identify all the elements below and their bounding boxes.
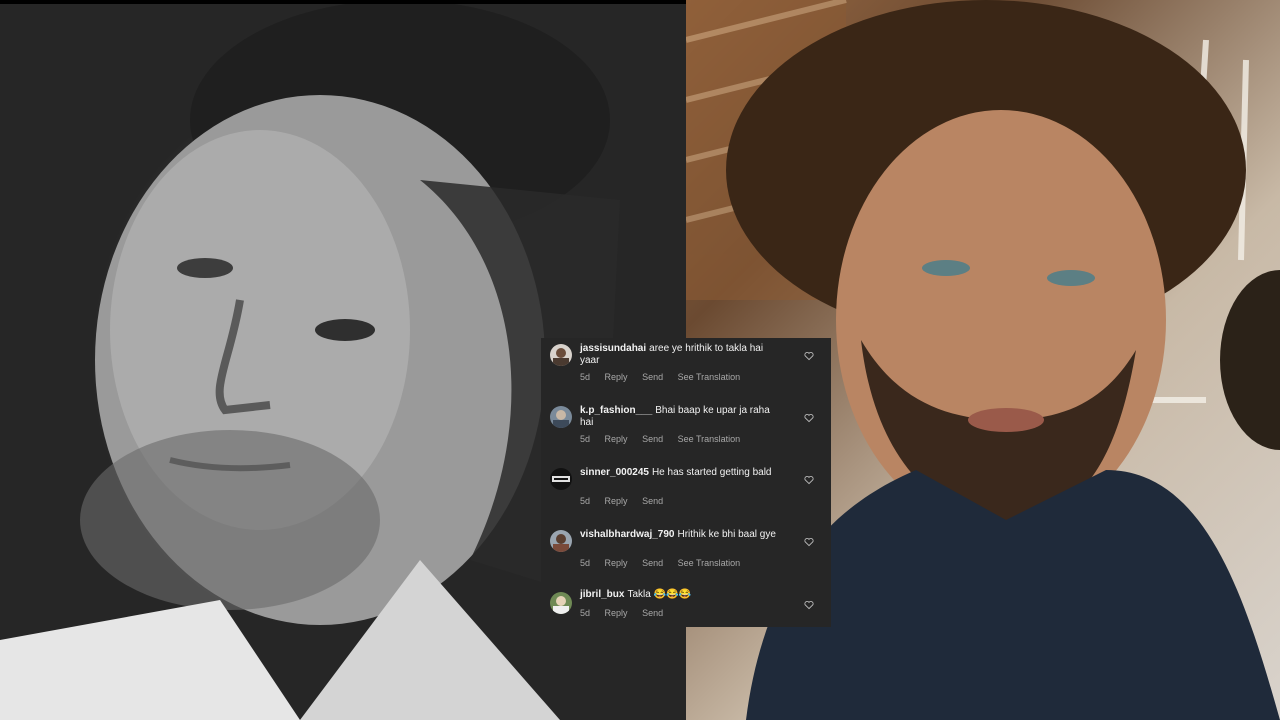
- comments-panel: jassisundahai aree ye hrithik to takla ha…: [541, 338, 831, 627]
- avatar[interactable]: [550, 406, 572, 428]
- comment-text: vishalbhardwaj_790 Hrithik ke bhi baal gy…: [580, 529, 785, 541]
- heart-outline-icon[interactable]: [804, 537, 814, 547]
- send-button[interactable]: Send: [642, 608, 663, 618]
- comment-username[interactable]: k.p_fashion___: [580, 405, 652, 416]
- send-button[interactable]: Send: [642, 558, 663, 568]
- comment-body: He has started getting bald: [651, 467, 772, 478]
- comment-username[interactable]: jibril_bux: [580, 589, 624, 600]
- comment-body: Hrithik ke bhi baal gye: [677, 529, 776, 540]
- comment-time: 5d: [580, 608, 591, 618]
- comment-time: 5d: [580, 372, 591, 382]
- reply-button[interactable]: Reply: [605, 558, 628, 568]
- user-avatar-icon: [553, 596, 569, 614]
- see-translation-button[interactable]: See Translation: [678, 434, 741, 444]
- comment-meta: 5d Reply Send: [580, 496, 675, 506]
- user-avatar-icon: [553, 348, 569, 366]
- user-avatar-icon: [553, 410, 569, 428]
- comment-text: sinner_000245 He has started getting bald: [580, 467, 785, 479]
- send-button[interactable]: Send: [642, 372, 663, 382]
- top-black-bar: [0, 0, 686, 4]
- heart-outline-icon[interactable]: [804, 600, 814, 610]
- heart-outline-icon[interactable]: [804, 475, 814, 485]
- comment-meta: 5d Reply Send See Translation: [580, 558, 752, 568]
- see-translation-button[interactable]: See Translation: [678, 372, 741, 382]
- comment-time: 5d: [580, 496, 591, 506]
- heart-outline-icon[interactable]: [804, 413, 814, 423]
- reply-button[interactable]: Reply: [605, 372, 628, 382]
- avatar[interactable]: [550, 592, 572, 614]
- send-button[interactable]: Send: [642, 434, 663, 444]
- avatar[interactable]: [550, 530, 572, 552]
- comment-meta: 5d Reply Send See Translation: [580, 372, 752, 382]
- heart-outline-icon[interactable]: [804, 351, 814, 361]
- comment-username[interactable]: sinner_000245: [580, 467, 649, 478]
- user-avatar-icon: [552, 476, 570, 482]
- send-button[interactable]: Send: [642, 496, 663, 506]
- comment-text: k.p_fashion___ Bhai baap ke upar ja raha …: [580, 405, 785, 429]
- comment-username[interactable]: jassisundahai: [580, 343, 646, 354]
- reply-button[interactable]: Reply: [605, 434, 628, 444]
- see-translation-button[interactable]: See Translation: [678, 558, 741, 568]
- comment-meta: 5d Reply Send See Translation: [580, 434, 752, 444]
- comment-body: Takla 😂😂😂: [627, 589, 691, 600]
- avatar[interactable]: [550, 344, 572, 366]
- avatar[interactable]: [550, 468, 572, 490]
- comment-text: jassisundahai aree ye hrithik to takla ha…: [580, 343, 785, 367]
- reply-button[interactable]: Reply: [605, 608, 628, 618]
- comment-username[interactable]: vishalbhardwaj_790: [580, 529, 675, 540]
- comment-meta: 5d Reply Send: [580, 608, 675, 618]
- comment-text: jibril_bux Takla 😂😂😂: [580, 589, 785, 601]
- comment-time: 5d: [580, 434, 591, 444]
- comment-time: 5d: [580, 558, 591, 568]
- reply-button[interactable]: Reply: [605, 496, 628, 506]
- user-avatar-icon: [553, 534, 569, 552]
